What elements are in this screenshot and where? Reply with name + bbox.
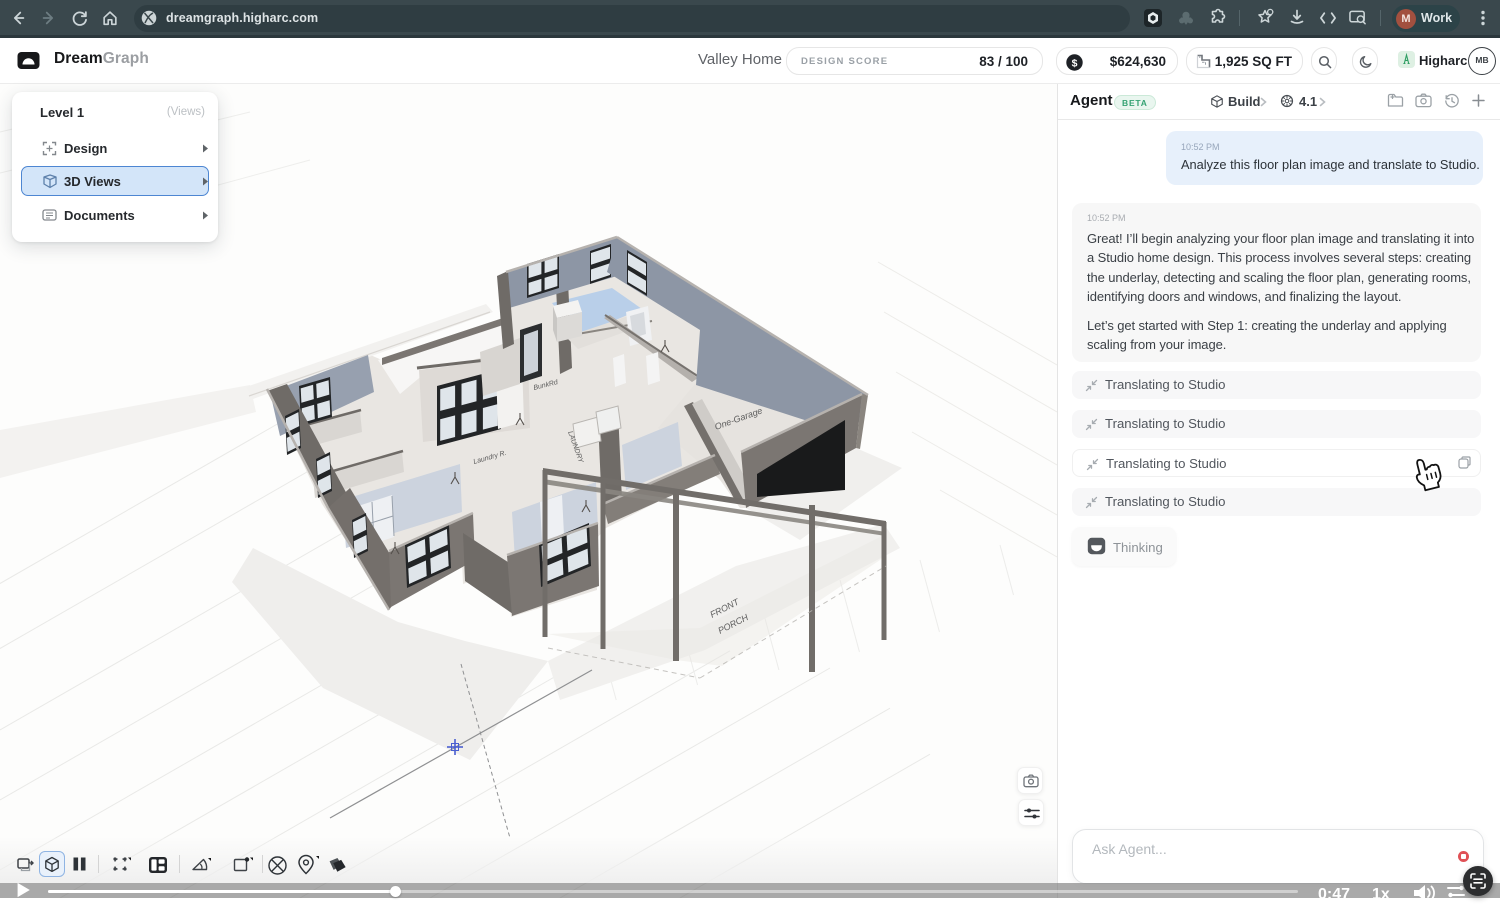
svg-text:$: $ [1072,57,1078,69]
